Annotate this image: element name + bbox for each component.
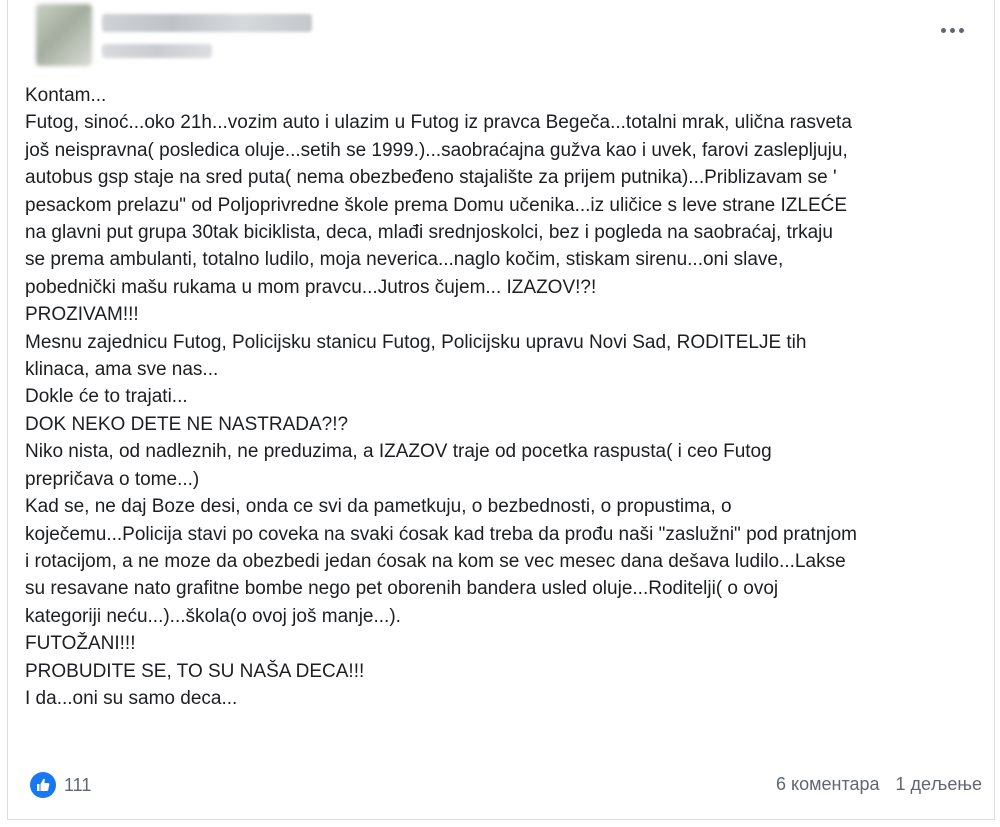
post-text-line: FUTOŽANI!!! [25,633,136,655]
post-text-line: su resavane nato grafitne bombe nego pet… [25,578,779,600]
more-horizontal-icon [940,27,946,33]
reactions-summary[interactable]: 111 [30,772,91,798]
comments-count-link[interactable]: 6 коментара [776,774,880,795]
post-text-line: Dokle će to trajati... [25,386,188,408]
more-dot [958,27,964,33]
more-options-button[interactable] [934,18,970,42]
avatar[interactable] [36,4,92,66]
post-text-line: i rotacijom, a ne moze da obezbedi jedan… [25,550,846,572]
post-text-line: Niko nista, od nadleznih, ne preduzima, … [25,441,772,463]
shares-count-link[interactable]: 1 дељење [896,774,982,795]
thumbs-up-icon [30,772,56,798]
post-text-line: pobednički mašu rukama u mom pravcu...Ju… [25,276,597,298]
more-dot [949,27,955,33]
reaction-count: 111 [64,774,92,795]
post-text-line: Kad se, ne daj Boze desi, onda ce svi da… [25,496,732,518]
post-text-line: kategoriji neću...)...škola(o ovoj još m… [25,605,401,627]
post-text-line: DOK NEKO DETE NE NASTRADA?!? [25,413,349,435]
post-text-line: još neispravna( posledica oluje...setih … [25,139,848,161]
post-text-line: se prema ambulanti, totalno ludilo, moja… [25,249,784,271]
post-text-line: I da...oni su samo deca... [25,687,238,709]
post-text-line: Mesnu zajednicu Futog, Policijsku stanic… [25,331,807,353]
post-header [36,4,976,74]
post-footer: 111 6 коментара 1 дељење [30,770,982,802]
post-text-line: koječemu...Policija stavi po coveka na s… [25,523,857,545]
post-text-line: PROZIVAM!!! [25,304,139,326]
post-text: Kontam... Futog, sinoć...oko 21h...vozim … [25,82,987,712]
post-timestamp-redacted[interactable] [102,44,212,58]
post-text-line: Futog, sinoć...oko 21h...vozim auto i ul… [25,112,852,134]
post-card: Kontam... Futog, sinoć...oko 21h...vozim … [7,0,995,820]
engagement-stats: 6 коментара 1 дељење [776,774,982,795]
post-text-line: prepričava o tome...) [25,468,200,490]
post-text-line: PROBUDITE SE, TO SU NAŠA DECA!!! [25,660,365,682]
post-text-line: Kontam... [25,85,107,106]
post-text-line: na glavni put grupa 30tak biciklista, de… [25,222,833,244]
post-text-line: autobus gsp staje na sred puta( nema obe… [25,167,837,189]
post-text-line: pesackom prelazu" od Poljoprivredne škol… [25,194,848,216]
post-text-line: klinaca, ama sve nas... [25,359,219,381]
author-name-redacted[interactable] [102,14,312,32]
